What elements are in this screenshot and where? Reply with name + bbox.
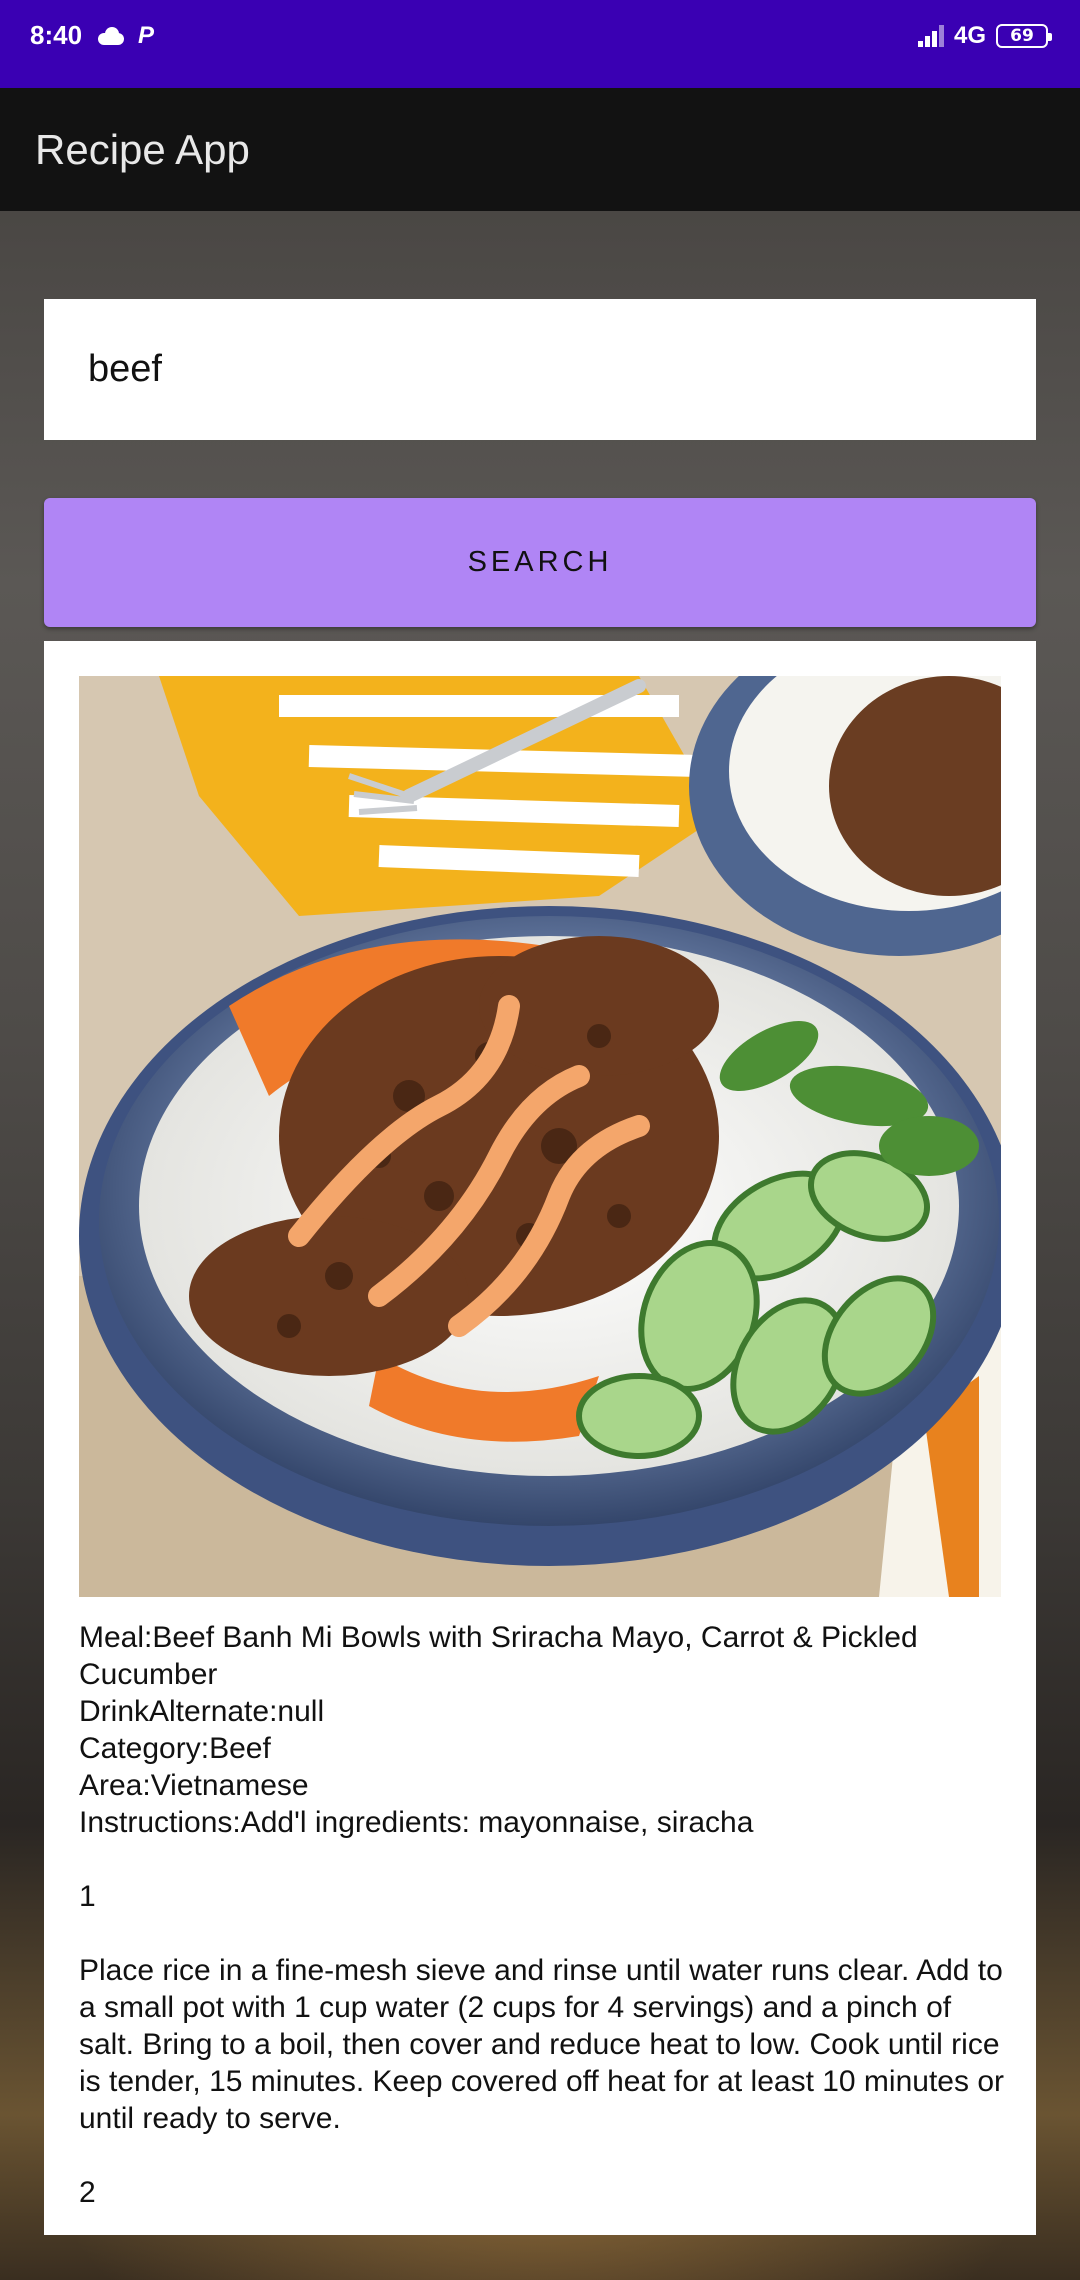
search-field[interactable] (44, 299, 1036, 440)
recipe-details: Meal:Beef Banh Mi Bowls with Sriracha Ma… (79, 1619, 1009, 2211)
search-button[interactable]: SEARCH (44, 498, 1036, 627)
step-number: 1 (79, 1880, 96, 1913)
battery-level: 69 (1010, 26, 1034, 46)
category: Category:Beef (79, 1732, 271, 1765)
app-title: Recipe App (35, 126, 250, 173)
status-bar: 8:40 P 4G 69 (0, 0, 1080, 88)
search-input[interactable] (88, 299, 1008, 440)
network-type: 4G (953, 22, 986, 49)
recipe-card[interactable]: Meal:Beef Banh Mi Bowls with Sriracha Ma… (44, 641, 1036, 2235)
parking-icon: P (138, 22, 155, 49)
signal-icon (917, 25, 944, 47)
battery-icon: 69 (996, 24, 1052, 48)
step-text: Place rice in a fine-mesh sieve and rins… (79, 1954, 1013, 2135)
drink-alternate: DrinkAlternate:null (79, 1695, 325, 1728)
meal-name: Meal:Beef Banh Mi Bowls with Sriracha Ma… (79, 1621, 926, 1691)
app-bar: Recipe App (0, 88, 1080, 211)
status-time: 8:40 (30, 20, 83, 50)
instructions-intro: Instructions:Add'l ingredients: mayonnai… (79, 1806, 754, 1839)
search-button-label: SEARCH (467, 546, 613, 578)
step-number: 2 (79, 2176, 96, 2209)
area: Area:Vietnamese (79, 1769, 309, 1802)
cloud-icon (96, 27, 126, 45)
meal-image (79, 676, 1001, 1597)
